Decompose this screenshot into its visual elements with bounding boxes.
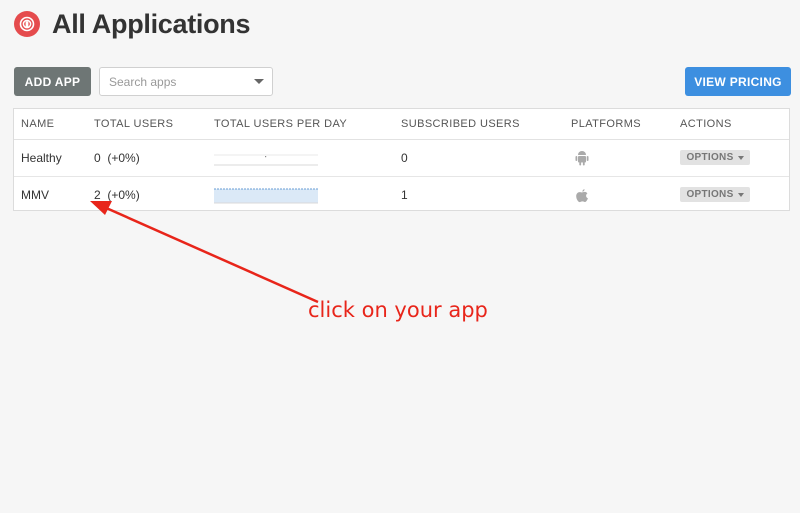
page-title: All Applications	[52, 8, 251, 39]
column-header-users-per-day: TOTAL USERS PER DAY	[214, 118, 348, 130]
users-per-day-sparkline	[214, 188, 318, 204]
options-button[interactable]: OPTIONS	[680, 150, 750, 165]
total-users-value: 2 (+0%)	[94, 188, 140, 202]
subscribed-users-value: 1	[401, 188, 408, 202]
chevron-down-icon	[737, 192, 744, 197]
users-per-day-sparkline	[214, 154, 318, 166]
applications-table: NAME TOTAL USERS TOTAL USERS PER DAY SUB…	[13, 108, 790, 211]
app-name[interactable]: Healthy	[21, 151, 62, 165]
page-header: All Applications	[14, 6, 251, 42]
view-pricing-button[interactable]: VIEW PRICING	[685, 67, 791, 96]
options-button[interactable]: OPTIONS	[680, 187, 750, 202]
app-name[interactable]: MMV	[21, 188, 49, 202]
add-app-button[interactable]: ADD APP	[14, 67, 91, 96]
search-apps-select[interactable]: Search apps	[99, 67, 273, 96]
table-row[interactable]: MMV 2 (+0%) 1 OPTIONS	[14, 177, 789, 213]
total-users-value: 0 (+0%)	[94, 151, 140, 165]
column-header-subscribed-users: SUBSCRIBED USERS	[401, 118, 520, 130]
android-icon	[575, 151, 589, 166]
search-apps-placeholder: Search apps	[109, 74, 177, 89]
column-header-total-users: TOTAL USERS	[94, 118, 174, 130]
apple-icon	[576, 189, 588, 203]
column-header-actions: ACTIONS	[680, 118, 732, 130]
column-header-name: NAME	[21, 118, 55, 130]
chevron-down-icon	[254, 79, 264, 84]
table-header: NAME TOTAL USERS TOTAL USERS PER DAY SUB…	[14, 109, 789, 140]
onesignal-logo-icon	[14, 11, 40, 37]
table-row[interactable]: Healthy 0 (+0%) 0 OPTIONS	[14, 140, 789, 177]
annotation-text: click on your app	[308, 298, 488, 322]
chevron-down-icon	[737, 155, 744, 160]
column-header-platforms: PLATFORMS	[571, 118, 642, 130]
subscribed-users-value: 0	[401, 151, 408, 165]
